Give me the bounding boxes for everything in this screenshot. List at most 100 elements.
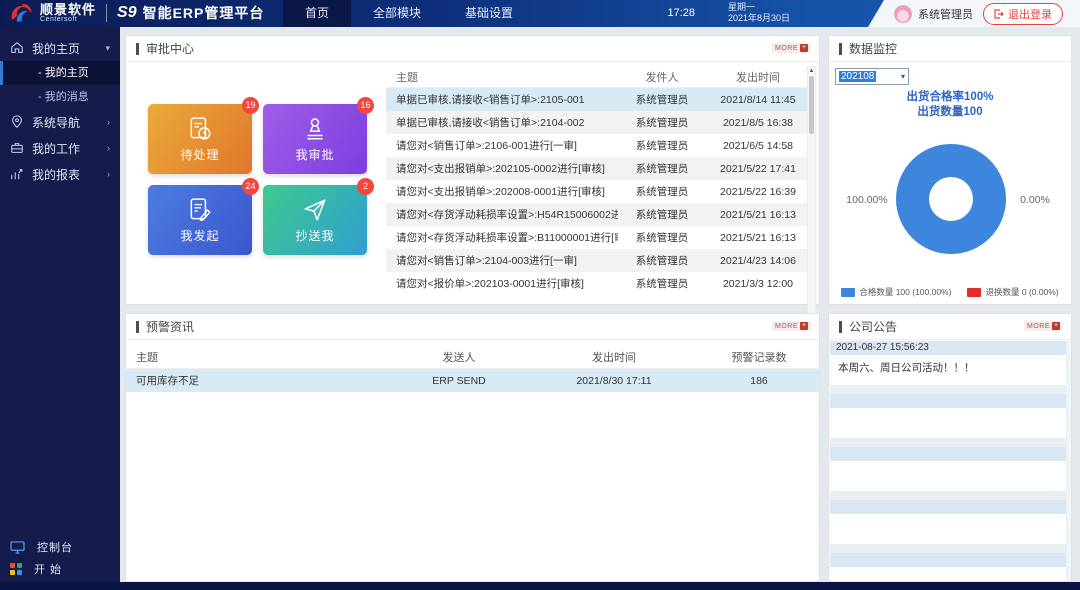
period-select[interactable]: 202108 ▾ — [835, 68, 909, 85]
sidebar-subitem-my-messages[interactable]: - 我的消息 — [0, 85, 120, 109]
tab-home[interactable]: 首页 — [283, 0, 351, 27]
app-title: 智能ERP管理平台 — [143, 3, 265, 23]
pass-rate-text: 出货合格率100% — [829, 88, 1071, 104]
announcement-item[interactable] — [830, 394, 1066, 438]
scroll-thumb[interactable] — [809, 76, 814, 134]
panel-title: 预警资讯 — [146, 318, 194, 335]
sidebar-item-my-home[interactable]: 我的主页 ▾ — [0, 35, 120, 61]
chevron-right-icon: › — [107, 117, 110, 127]
approval-row[interactable]: 请您对<存货浮动耗损率设置>:B11000001进行[审核] 系统管理员 202… — [386, 226, 810, 249]
announcement-time — [830, 447, 1066, 461]
sidebar-item-system-nav[interactable]: 系统导航 › — [0, 109, 120, 135]
announcement-item[interactable]: 2021-08-27 15:56:23 本周六、周日公司活动！！！ — [830, 341, 1066, 385]
monitor-icon — [10, 541, 25, 554]
console-button[interactable]: 控制台 — [0, 536, 120, 558]
brand-swirl-icon — [8, 2, 34, 24]
panel-title: 审批中心 — [146, 40, 194, 57]
announcement-item[interactable] — [830, 447, 1066, 491]
donut-right-label: 0.00% — [1009, 194, 1061, 206]
approval-row[interactable]: 请您对<销售订单>:2104-003进行[一审] 系统管理员 2021/4/23… — [386, 249, 810, 272]
start-button[interactable]: 开 始 — [0, 558, 120, 580]
tile-my-initiated[interactable]: 24 我发起 — [148, 185, 252, 255]
approval-tiles: 19 待处理 16 我审批 24 — [148, 104, 367, 255]
row-time: 2021/5/21 16:13 — [706, 209, 810, 221]
user-avatar[interactable] — [894, 5, 912, 23]
erp-dashboard: 顺景软件 Centersoft S9 智能ERP管理平台 首页 全部模块 基础设… — [0, 0, 1080, 590]
col-subject: 主题 — [386, 69, 618, 85]
row-time: 2021/3/3 12:00 — [706, 278, 810, 290]
start-grid-icon — [10, 563, 22, 575]
announcements-header: 公司公告 MORE + — [829, 314, 1071, 340]
more-button[interactable]: MORE + — [1024, 321, 1063, 331]
announcement-text — [830, 461, 1066, 491]
row-count: 186 — [699, 375, 819, 387]
row-sender: 系统管理员 — [618, 207, 706, 222]
approval-row[interactable]: 单据已审核,请接收<销售订单>:2104-002 系统管理员 2021/8/5 … — [386, 111, 810, 134]
approval-row[interactable]: 请您对<报价单>:202103-0001进行[审核] 系统管理员 2021/3/… — [386, 272, 810, 295]
approval-row[interactable]: 请您对<支出报销单>:202105-0002进行[审核] 系统管理员 2021/… — [386, 157, 810, 180]
legend-returns: 退换数量 0 (0.00%) — [967, 286, 1058, 298]
tile-pending[interactable]: 19 待处理 — [148, 104, 252, 174]
announcement-time — [830, 394, 1066, 408]
count-badge: 24 — [242, 178, 259, 195]
user-area: 系统管理员 退出登录 — [868, 0, 1080, 27]
logout-button[interactable]: 退出登录 — [983, 3, 1063, 25]
top-bar: 顺景软件 Centersoft S9 智能ERP管理平台 首页 全部模块 基础设… — [0, 0, 1080, 27]
approval-center-header: 审批中心 MORE + — [126, 36, 819, 62]
logo-divider — [106, 4, 107, 22]
row-subject: 请您对<支出报销单>:202105-0002进行[审核] — [386, 161, 618, 176]
announcement-text — [830, 514, 1066, 544]
approval-scrollbar[interactable]: ▲ ▼ — [807, 66, 816, 330]
more-button[interactable]: MORE + — [772, 43, 811, 53]
row-subject: 请您对<报价单>:202103-0001进行[审核] — [386, 276, 618, 291]
alert-row[interactable]: 可用库存不足 ERP SEND 2021/8/30 17:11 186 — [126, 369, 819, 392]
row-sender: 系统管理员 — [618, 138, 706, 153]
row-subject: 请您对<存货浮动耗损率设置>:H54R15006002进行[审核] — [386, 207, 618, 222]
row-subject: 单据已审核,请接收<销售订单>:2104-002 — [386, 115, 618, 130]
announcement-text — [830, 567, 1066, 580]
briefcase-icon — [10, 141, 24, 155]
row-subject: 请您对<支出报销单>:202008-0001进行[审核] — [386, 184, 618, 199]
plus-icon: + — [1052, 322, 1060, 330]
logo: 顺景软件 Centersoft S9 智能ERP管理平台 — [8, 2, 264, 24]
chevron-down-icon: ▾ — [105, 43, 110, 54]
row-sender: ERP SEND — [389, 375, 529, 387]
alerts-table-header: 主题 发送人 发出时间 预警记录数 — [126, 346, 819, 369]
announcement-time — [830, 553, 1066, 567]
home-icon — [10, 41, 24, 55]
tile-my-approvals[interactable]: 16 我审批 — [263, 104, 367, 174]
count-badge: 2 — [357, 178, 374, 195]
sidebar-item-my-reports[interactable]: 我的报表 › — [0, 161, 120, 187]
announcement-item[interactable] — [830, 553, 1066, 580]
approval-row[interactable]: 单据已审核,请接收<销售订单>:2105-001 系统管理员 2021/8/14… — [386, 88, 810, 111]
col-sender: 发件人 — [618, 69, 706, 85]
panel-title: 数据监控 — [849, 40, 897, 57]
tab-all-modules[interactable]: 全部模块 — [351, 0, 443, 27]
scroll-up-icon[interactable]: ▲ — [808, 68, 815, 74]
col-alert-count: 预警记录数 — [699, 349, 819, 365]
row-time: 2021/8/30 17:11 — [529, 375, 699, 387]
date-block: 星期一 2021年8月30日 — [728, 2, 790, 24]
tile-cc-to-me[interactable]: 2 抄送我 — [263, 185, 367, 255]
approval-row[interactable]: 请您对<销售订单>:2106-001进行[一审] 系统管理员 2021/6/5 … — [386, 134, 810, 157]
row-subject: 可用库存不足 — [126, 373, 389, 388]
row-time: 2021/6/5 14:58 — [706, 140, 810, 152]
approval-row[interactable]: 请您对<存货浮动耗损率设置>:H54R15006002进行[审核] 系统管理员 … — [386, 203, 810, 226]
row-subject: 请您对<销售订单>:2106-001进行[一审] — [386, 138, 618, 153]
document-pen-icon — [187, 197, 213, 223]
sidebar-subitem-my-home[interactable]: - 我的主页 — [0, 61, 120, 85]
more-button[interactable]: MORE + — [772, 321, 811, 331]
alerts-rows: 可用库存不足 ERP SEND 2021/8/30 17:11 186 — [126, 369, 819, 392]
row-subject: 单据已审核,请接收<销售订单>:2105-001 — [386, 92, 618, 107]
document-clock-icon — [187, 116, 213, 142]
count-badge: 16 — [357, 97, 374, 114]
approval-row[interactable]: 请您对<支出报销单>:202008-0001进行[审核] 系统管理员 2021/… — [386, 180, 810, 203]
row-time: 2021/5/21 16:13 — [706, 232, 810, 244]
announcements-scrollbar[interactable] — [1067, 341, 1071, 580]
tab-basic-settings[interactable]: 基础设置 — [443, 0, 535, 27]
alerts-header: 预警资讯 MORE + — [126, 314, 819, 340]
announcement-item[interactable] — [830, 500, 1066, 544]
announcement-time — [830, 500, 1066, 514]
sidebar-item-my-work[interactable]: 我的工作 › — [0, 135, 120, 161]
approval-table: 主题 发件人 发出时间 单据已审核,请接收<销售订单>:2105-001 系统管… — [386, 66, 810, 295]
